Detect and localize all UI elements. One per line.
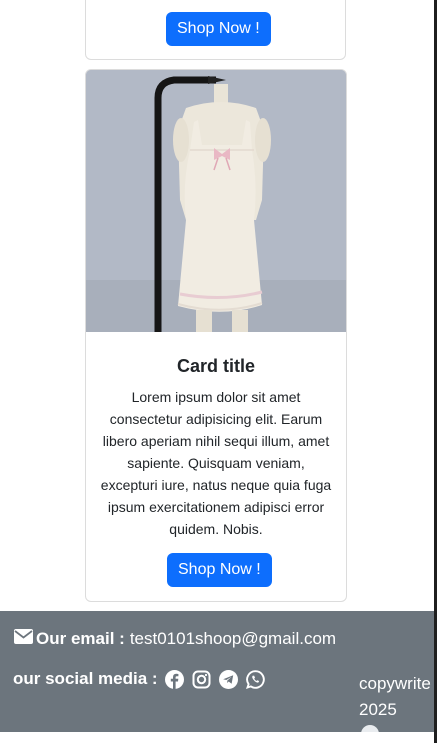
card-title: Card title — [176, 356, 255, 376]
shop-now-button[interactable]: Shop Now ! — [166, 12, 271, 46]
product-card: Card title Lorem ipsum dolor sit amet co… — [85, 69, 347, 602]
shop-now-button[interactable]: Shop Now ! — [167, 553, 272, 587]
product-card-previous: Shop Now ! — [85, 0, 346, 60]
whatsapp-icon[interactable] — [245, 669, 265, 689]
footer: Our email : test0101shoop@gmail.com our … — [0, 611, 434, 743]
product-image — [86, 70, 346, 332]
card-text: Lorem ipsum dolor sit amet consectetur a… — [100, 389, 332, 537]
copyright-text: copywrite 2025 — [359, 674, 431, 719]
social-icons — [164, 669, 273, 689]
footer-social-row: our social media : — [13, 669, 273, 689]
page: Shop Now ! Card title Lorem ipsum dolor … — [0, 0, 437, 743]
social-label: our social media : — [13, 669, 158, 688]
page-bottom — [0, 732, 437, 743]
telegram-icon[interactable] — [218, 669, 238, 689]
facebook-icon[interactable] — [164, 669, 184, 689]
envelope-icon — [14, 629, 33, 649]
instagram-icon[interactable] — [192, 670, 211, 689]
email-address[interactable]: test0101shoop@gmail.com — [130, 629, 336, 649]
email-label: Our email : — [36, 629, 125, 648]
footer-email-row: Our email : test0101shoop@gmail.com — [14, 629, 336, 649]
